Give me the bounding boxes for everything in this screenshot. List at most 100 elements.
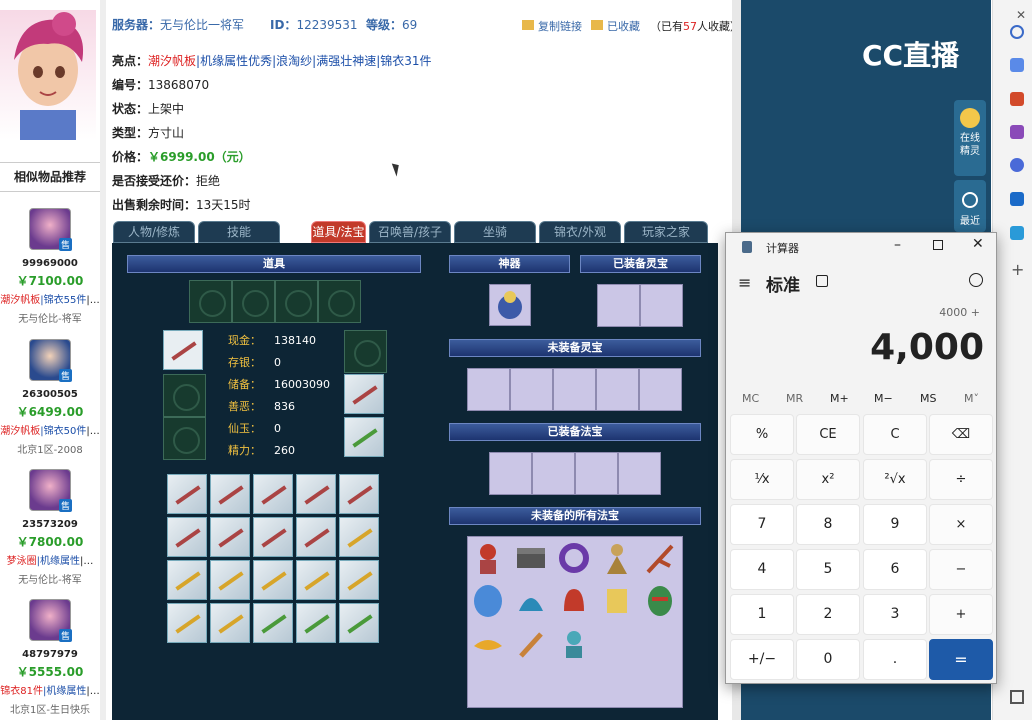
- spirit-slot[interactable]: [510, 368, 553, 411]
- divide-button[interactable]: ÷: [929, 459, 993, 500]
- sidebar-scrollbar[interactable]: [100, 0, 106, 720]
- equals-button[interactable]: =: [929, 639, 993, 680]
- similar-item-thumbnail[interactable]: 售: [29, 599, 72, 642]
- online-spirit-button[interactable]: 在线精灵: [954, 100, 986, 176]
- similar-item-thumbnail[interactable]: 售: [29, 208, 72, 251]
- spirit-slot[interactable]: [597, 284, 640, 327]
- inventory-item[interactable]: [167, 603, 207, 643]
- memory-add-button[interactable]: M+: [830, 392, 849, 405]
- subtract-button[interactable]: −: [929, 549, 993, 590]
- outlook-icon[interactable]: [1010, 192, 1024, 206]
- tab-character[interactable]: 人物/修炼: [113, 221, 195, 243]
- tab-outfits[interactable]: 锦衣/外观: [539, 221, 621, 243]
- magic-slot[interactable]: [575, 452, 618, 495]
- reciprocal-button[interactable]: ⅟x: [730, 459, 794, 500]
- similar-item-thumbnail[interactable]: 售: [29, 469, 72, 512]
- spirit-slot[interactable]: [640, 284, 683, 327]
- search-icon[interactable]: [1010, 25, 1024, 39]
- digit-3-button[interactable]: 3: [863, 594, 927, 635]
- decimal-button[interactable]: .: [863, 639, 927, 680]
- inventory-item[interactable]: [210, 517, 250, 557]
- add-button[interactable]: +: [929, 594, 993, 635]
- treasure-item[interactable]: [468, 538, 510, 580]
- treasure-item[interactable]: [597, 538, 639, 580]
- people-icon[interactable]: [1010, 125, 1024, 139]
- inventory-item[interactable]: [339, 517, 379, 557]
- inventory-item[interactable]: [339, 474, 379, 514]
- inventory-item[interactable]: [296, 474, 336, 514]
- inventory-item[interactable]: [253, 474, 293, 514]
- percent-button[interactable]: %: [730, 414, 794, 455]
- clear-entry-button[interactable]: CE: [796, 414, 860, 455]
- clear-button[interactable]: C: [863, 414, 927, 455]
- negate-button[interactable]: +/−: [730, 639, 794, 680]
- inventory-item[interactable]: [296, 517, 336, 557]
- toolbox-icon[interactable]: [1010, 92, 1024, 106]
- memory-subtract-button[interactable]: M−: [874, 392, 893, 405]
- digit-6-button[interactable]: 6: [863, 549, 927, 590]
- treasure-item[interactable]: [554, 624, 596, 666]
- treasure-item[interactable]: [554, 581, 596, 623]
- sidebar-toggle-icon[interactable]: [1010, 690, 1024, 704]
- collected-button[interactable]: 已收藏: [591, 18, 640, 34]
- inventory-item[interactable]: [167, 474, 207, 514]
- treasure-item[interactable]: [511, 538, 553, 580]
- backspace-button[interactable]: ⌫: [929, 414, 993, 455]
- send-icon[interactable]: [1010, 226, 1024, 240]
- spirit-slot[interactable]: [467, 368, 510, 411]
- inventory-item[interactable]: [167, 517, 207, 557]
- treasure-item[interactable]: [468, 624, 510, 666]
- digit-0-button[interactable]: 0: [796, 639, 860, 680]
- digit-8-button[interactable]: 8: [796, 504, 860, 545]
- sqrt-button[interactable]: ²√x: [863, 459, 927, 500]
- spirit-slot[interactable]: [596, 368, 639, 411]
- treasure-item[interactable]: [640, 538, 682, 580]
- treasure-item[interactable]: [597, 581, 639, 623]
- inventory-item[interactable]: [253, 560, 293, 600]
- tab-mounts[interactable]: 坐骑: [454, 221, 536, 243]
- boots-slot[interactable]: [344, 417, 384, 457]
- inventory-item[interactable]: [210, 474, 250, 514]
- treasure-item[interactable]: [640, 581, 682, 623]
- digit-1-button[interactable]: 1: [730, 594, 794, 635]
- recent-button[interactable]: 最近: [954, 180, 986, 232]
- maximize-button[interactable]: [933, 240, 943, 250]
- treasure-item[interactable]: [511, 624, 553, 666]
- tab-skills[interactable]: 技能: [198, 221, 280, 243]
- close-button[interactable]: ✕: [972, 236, 984, 252]
- inventory-item[interactable]: [167, 560, 207, 600]
- digit-5-button[interactable]: 5: [796, 549, 860, 590]
- armor-slot[interactable]: [344, 374, 384, 414]
- tab-items[interactable]: 道具/法宝: [311, 221, 366, 243]
- tag-icon[interactable]: [1010, 58, 1024, 72]
- spirit-slot[interactable]: [639, 368, 682, 411]
- close-icon[interactable]: ✕: [1016, 8, 1026, 22]
- helmet-slot[interactable]: [163, 330, 203, 370]
- history-icon[interactable]: [969, 273, 983, 287]
- similar-item-card[interactable]: 售 26300505 ￥6499.00 潮汐帆板|锦衣50件|… 北京1区-20…: [0, 339, 100, 456]
- magic-slot[interactable]: [489, 452, 532, 495]
- multiply-button[interactable]: ×: [929, 504, 993, 545]
- similar-item-card[interactable]: 售 48797979 ￥5555.00 锦衣81件|机缘属性|… 北京1区-生日…: [0, 599, 100, 716]
- treasure-item[interactable]: [511, 581, 553, 623]
- magic-slot[interactable]: [532, 452, 575, 495]
- memory-store-button[interactable]: MS: [920, 392, 936, 405]
- inventory-item[interactable]: [296, 560, 336, 600]
- similar-item-thumbnail[interactable]: 售: [29, 339, 72, 382]
- magic-slot[interactable]: [618, 452, 661, 495]
- digit-4-button[interactable]: 4: [730, 549, 794, 590]
- similar-item-card[interactable]: 售 99969000 ￥7100.00 潮汐帆板|锦衣55件|… 无与伦比-将军: [0, 208, 100, 325]
- keep-on-top-icon[interactable]: [816, 275, 828, 287]
- add-icon[interactable]: +: [1011, 260, 1024, 279]
- inventory-item[interactable]: [339, 603, 379, 643]
- square-button[interactable]: x²: [796, 459, 860, 500]
- tab-pets[interactable]: 召唤兽/孩子: [369, 221, 451, 243]
- inventory-item[interactable]: [296, 603, 336, 643]
- treasure-item[interactable]: [554, 538, 596, 580]
- memory-clear-button[interactable]: MC: [742, 392, 759, 405]
- inventory-item[interactable]: [210, 560, 250, 600]
- digit-9-button[interactable]: 9: [863, 504, 927, 545]
- treasure-item[interactable]: [468, 581, 510, 623]
- similar-item-card[interactable]: 售 23573209 ￥7800.00 梦泳圈|机缘属性|… 无与伦比-将军: [0, 469, 100, 586]
- artifact-slot[interactable]: [489, 284, 531, 326]
